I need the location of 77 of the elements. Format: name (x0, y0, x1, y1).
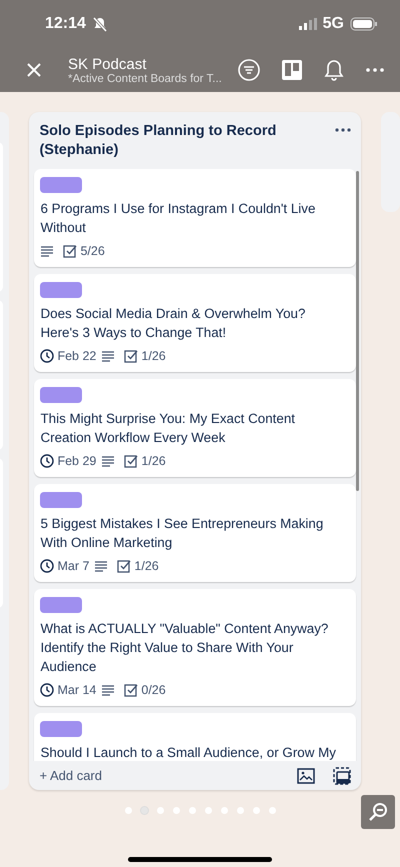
card-title: 5 Biggest Mistakes I See Entrepreneurs Making With Online Marketing (40, 515, 324, 552)
card-title: Should I Launch to a Small Audience, or Grow My (40, 744, 337, 761)
signal-icon (298, 18, 317, 30)
clock-icon (40, 559, 54, 573)
card-title: 6 Programs I Use for Instagram I Couldn't Live Without (40, 200, 316, 237)
page-dot[interactable] (252, 807, 260, 814)
close-button[interactable] (26, 62, 42, 78)
page-dot[interactable] (220, 807, 228, 814)
add-card-button[interactable]: + Add card (39, 768, 279, 783)
battery-icon (350, 17, 378, 31)
close-icon (26, 62, 42, 78)
checklist-icon (124, 454, 138, 468)
add-image-button[interactable] (296, 768, 315, 784)
description-icon (101, 684, 116, 696)
checklist-icon (124, 683, 138, 697)
page-dot[interactable] (172, 807, 180, 814)
clock-icon (40, 349, 54, 363)
card-label (40, 387, 82, 403)
list-card[interactable]: 6 Programs I Use for Instagram I Couldn't Live Without 5/26 (34, 169, 356, 267)
more-icon (366, 68, 384, 72)
card-label (40, 721, 82, 737)
due-date: Mar 7 (57, 559, 90, 573)
page-dot[interactable] (188, 807, 196, 814)
checklist-icon (124, 349, 138, 363)
list-card[interactable]: Should I Launch to a Small Audience, or Grow My (34, 713, 356, 761)
checklist-count: 1/26 (134, 559, 159, 573)
clock-icon (40, 454, 54, 468)
checklist-icon (117, 559, 132, 573)
magnifier-icon (368, 802, 388, 822)
board-subtitle: *Active Content Boards for T... (68, 72, 222, 84)
template-button[interactable] (332, 766, 351, 784)
filter-icon (238, 59, 260, 81)
card-label (40, 282, 82, 298)
checklist-count: 1/26 (141, 454, 166, 468)
board-icon (282, 60, 302, 80)
checklist-count: 1/26 (141, 349, 166, 363)
bell-icon (324, 59, 344, 81)
list-card[interactable]: What is ACTUALLY "Valuable" Content Anyway? Identify the Right Value to Share With Your Audience Mar 14 0/26 (34, 589, 356, 706)
page-dot[interactable] (204, 807, 212, 814)
template-icon (332, 766, 351, 784)
description-icon (101, 350, 116, 362)
board-view-button[interactable] (282, 60, 302, 80)
scrollbar[interactable] (356, 171, 359, 491)
card-title: What is ACTUALLY "Valuable" Content Anyway? Identify the Right Value to Share With Your Audience (40, 620, 330, 676)
list-title: Solo Episodes Planning to Record (Stephanie) (39, 122, 278, 160)
more-button[interactable] (366, 68, 384, 72)
notifications-button[interactable] (324, 59, 344, 81)
zoom-out-button[interactable] (361, 795, 395, 829)
due-date: Feb 22 (57, 349, 96, 363)
clock-icon (40, 683, 54, 697)
card-label (40, 177, 82, 193)
image-icon (296, 768, 315, 784)
page-dot[interactable] (124, 807, 132, 814)
description-icon (94, 560, 108, 572)
checklist-icon (63, 244, 78, 258)
list-card[interactable]: This Might Surprise You: My Exact Content Creation Workflow Every Week Feb 29 1/26 (34, 379, 356, 477)
network-label: 5G (322, 15, 344, 33)
due-date: Mar 14 (57, 683, 96, 697)
card-title: Does Social Media Drain & Overwhelm You? Here's 3 Ways to Change That! (40, 305, 306, 342)
board-title: SK Podcast (68, 56, 148, 72)
page-dot[interactable] (156, 807, 164, 814)
list-card[interactable]: Does Social Media Drain & Overwhelm You? Here's 3 Ways to Change That! Feb 22 1/26 (34, 274, 356, 372)
checklist-count: 0/26 (141, 683, 166, 697)
due-date: Feb 29 (57, 454, 96, 468)
status-time: 12:14 (45, 15, 86, 33)
card-title: This Might Surprise You: My Exact Content Creation Workflow Every Week (40, 410, 296, 447)
list-card[interactable]: 5 Biggest Mistakes I See Entrepreneurs Making With Online Marketing Mar 7 1/26 (34, 484, 356, 582)
filter-button[interactable] (238, 59, 260, 81)
checklist-count: 5/26 (80, 244, 105, 258)
card-label (40, 492, 82, 508)
page-dot[interactable] (268, 807, 276, 814)
page-dot[interactable] (236, 807, 244, 814)
more-icon (334, 128, 351, 132)
mute-icon (92, 16, 108, 32)
description-icon (101, 455, 116, 467)
card-label (40, 597, 82, 613)
description-icon (40, 245, 54, 257)
